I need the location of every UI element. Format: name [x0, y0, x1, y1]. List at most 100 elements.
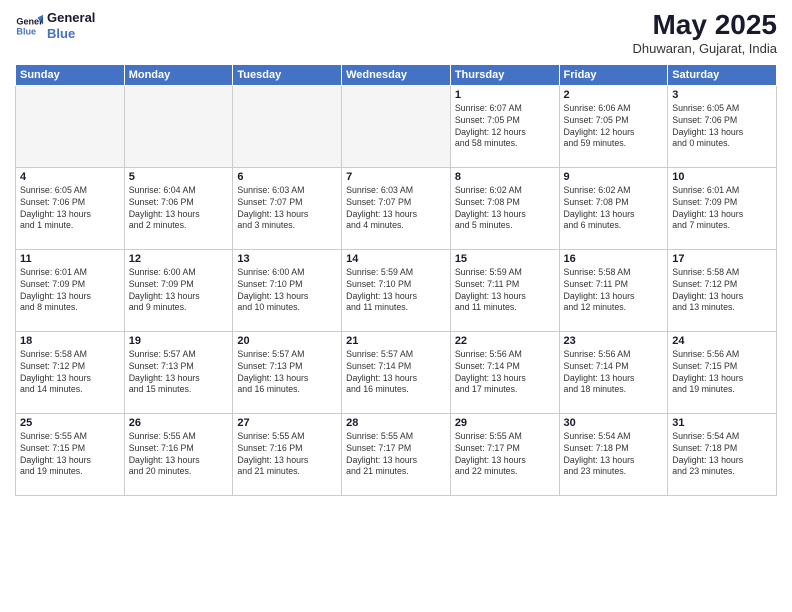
- table-row: 9 Sunrise: 6:02 AM Sunset: 7:08 PM Daylig…: [559, 167, 668, 249]
- month-title: May 2025: [632, 10, 777, 41]
- day-number: 5: [129, 171, 229, 183]
- header-tuesday: Tuesday: [233, 64, 342, 85]
- day-number: 1: [455, 89, 555, 101]
- day-info: Sunrise: 5:59 AM Sunset: 7:11 PM Dayligh…: [455, 267, 555, 315]
- day-number: 13: [237, 253, 337, 265]
- day-info: Sunrise: 5:58 AM Sunset: 7:12 PM Dayligh…: [20, 349, 120, 397]
- day-info: Sunrise: 5:55 AM Sunset: 7:17 PM Dayligh…: [346, 431, 446, 479]
- weekday-header-row: Sunday Monday Tuesday Wednesday Thursday…: [16, 64, 777, 85]
- table-row: 26 Sunrise: 5:55 AM Sunset: 7:16 PM Dayli…: [124, 413, 233, 495]
- location-subtitle: Dhuwaran, Gujarat, India: [632, 41, 777, 56]
- day-number: 8: [455, 171, 555, 183]
- day-number: 11: [20, 253, 120, 265]
- day-info: Sunrise: 5:55 AM Sunset: 7:16 PM Dayligh…: [237, 431, 337, 479]
- day-info: Sunrise: 6:02 AM Sunset: 7:08 PM Dayligh…: [455, 185, 555, 233]
- day-number: 15: [455, 253, 555, 265]
- header-friday: Friday: [559, 64, 668, 85]
- logo-icon: General Blue: [15, 12, 43, 40]
- table-row: 30 Sunrise: 5:54 AM Sunset: 7:18 PM Dayli…: [559, 413, 668, 495]
- day-info: Sunrise: 5:57 AM Sunset: 7:13 PM Dayligh…: [237, 349, 337, 397]
- calendar-table: Sunday Monday Tuesday Wednesday Thursday…: [15, 64, 777, 496]
- day-info: Sunrise: 6:04 AM Sunset: 7:06 PM Dayligh…: [129, 185, 229, 233]
- table-row: 28 Sunrise: 5:55 AM Sunset: 7:17 PM Dayli…: [342, 413, 451, 495]
- day-number: 20: [237, 335, 337, 347]
- table-row: 22Sunrise: 5:56 AM Sunset: 7:14 PM Dayli…: [450, 331, 559, 413]
- day-number: 19: [129, 335, 229, 347]
- day-number: 3: [672, 89, 772, 101]
- table-row: 24 Sunrise: 5:56 AM Sunset: 7:15 PM Dayli…: [668, 331, 777, 413]
- header-thursday: Thursday: [450, 64, 559, 85]
- day-info: Sunrise: 5:57 AM Sunset: 7:13 PM Dayligh…: [129, 349, 229, 397]
- day-number: 21: [346, 335, 446, 347]
- table-row: 16Sunrise: 5:58 AM Sunset: 7:11 PM Dayli…: [559, 249, 668, 331]
- day-info: Sunrise: 5:56 AM Sunset: 7:15 PM Dayligh…: [672, 349, 772, 397]
- table-row: 27 Sunrise: 5:55 AM Sunset: 7:16 PM Dayli…: [233, 413, 342, 495]
- day-number: 12: [129, 253, 229, 265]
- day-info: Sunrise: 6:07 AM Sunset: 7:05 PM Dayligh…: [455, 103, 555, 151]
- header-monday: Monday: [124, 64, 233, 85]
- day-number: 28: [346, 417, 446, 429]
- day-number: 16: [564, 253, 664, 265]
- day-number: 24: [672, 335, 772, 347]
- day-number: 10: [672, 171, 772, 183]
- day-info: Sunrise: 6:01 AM Sunset: 7:09 PM Dayligh…: [672, 185, 772, 233]
- logo-line1: General: [47, 10, 95, 26]
- day-number: 6: [237, 171, 337, 183]
- table-row: 11 Sunrise: 6:01 AM Sunset: 7:09 PM Dayli…: [16, 249, 125, 331]
- table-row: 29 Sunrise: 5:55 AM Sunset: 7:17 PM Dayli…: [450, 413, 559, 495]
- day-number: 14: [346, 253, 446, 265]
- day-number: 25: [20, 417, 120, 429]
- day-number: 7: [346, 171, 446, 183]
- table-row: 7 Sunrise: 6:03 AM Sunset: 7:07 PM Daylig…: [342, 167, 451, 249]
- table-row: [233, 85, 342, 167]
- table-row: 10 Sunrise: 6:01 AM Sunset: 7:09 PM Dayli…: [668, 167, 777, 249]
- table-row: 19 Sunrise: 5:57 AM Sunset: 7:13 PM Dayli…: [124, 331, 233, 413]
- week-row-4: 25 Sunrise: 5:55 AM Sunset: 7:15 PM Dayli…: [16, 413, 777, 495]
- day-info: Sunrise: 5:54 AM Sunset: 7:18 PM Dayligh…: [672, 431, 772, 479]
- day-number: 9: [564, 171, 664, 183]
- table-row: 2Sunrise: 6:06 AM Sunset: 7:05 PM Daylig…: [559, 85, 668, 167]
- table-row: 17Sunrise: 5:58 AM Sunset: 7:12 PM Dayli…: [668, 249, 777, 331]
- header-sunday: Sunday: [16, 64, 125, 85]
- table-row: 15 Sunrise: 5:59 AM Sunset: 7:11 PM Dayli…: [450, 249, 559, 331]
- table-row: 5 Sunrise: 6:04 AM Sunset: 7:06 PM Daylig…: [124, 167, 233, 249]
- svg-text:Blue: Blue: [16, 26, 36, 36]
- table-row: 31Sunrise: 5:54 AM Sunset: 7:18 PM Dayli…: [668, 413, 777, 495]
- week-row-0: 1 Sunrise: 6:07 AM Sunset: 7:05 PM Daylig…: [16, 85, 777, 167]
- day-info: Sunrise: 5:56 AM Sunset: 7:14 PM Dayligh…: [564, 349, 664, 397]
- day-number: 27: [237, 417, 337, 429]
- day-number: 29: [455, 417, 555, 429]
- table-row: 20 Sunrise: 5:57 AM Sunset: 7:13 PM Dayli…: [233, 331, 342, 413]
- day-info: Sunrise: 6:05 AM Sunset: 7:06 PM Dayligh…: [20, 185, 120, 233]
- table-row: 3 Sunrise: 6:05 AM Sunset: 7:06 PM Daylig…: [668, 85, 777, 167]
- table-row: 21Sunrise: 5:57 AM Sunset: 7:14 PM Dayli…: [342, 331, 451, 413]
- table-row: 23Sunrise: 5:56 AM Sunset: 7:14 PM Dayli…: [559, 331, 668, 413]
- page: General Blue General Blue May 2025 Dhuwa…: [0, 0, 792, 612]
- table-row: 6Sunrise: 6:03 AM Sunset: 7:07 PM Daylig…: [233, 167, 342, 249]
- logo: General Blue General Blue: [15, 10, 95, 41]
- day-info: Sunrise: 5:56 AM Sunset: 7:14 PM Dayligh…: [455, 349, 555, 397]
- day-info: Sunrise: 6:05 AM Sunset: 7:06 PM Dayligh…: [672, 103, 772, 151]
- day-info: Sunrise: 5:58 AM Sunset: 7:12 PM Dayligh…: [672, 267, 772, 315]
- day-info: Sunrise: 5:55 AM Sunset: 7:16 PM Dayligh…: [129, 431, 229, 479]
- table-row: 1 Sunrise: 6:07 AM Sunset: 7:05 PM Daylig…: [450, 85, 559, 167]
- table-row: [342, 85, 451, 167]
- day-number: 4: [20, 171, 120, 183]
- table-row: 4 Sunrise: 6:05 AM Sunset: 7:06 PM Daylig…: [16, 167, 125, 249]
- header-saturday: Saturday: [668, 64, 777, 85]
- day-info: Sunrise: 6:00 AM Sunset: 7:10 PM Dayligh…: [237, 267, 337, 315]
- table-row: 12 Sunrise: 6:00 AM Sunset: 7:09 PM Dayli…: [124, 249, 233, 331]
- day-info: Sunrise: 6:02 AM Sunset: 7:08 PM Dayligh…: [564, 185, 664, 233]
- day-info: Sunrise: 5:54 AM Sunset: 7:18 PM Dayligh…: [564, 431, 664, 479]
- logo-text: General Blue: [47, 10, 95, 41]
- day-info: Sunrise: 5:55 AM Sunset: 7:17 PM Dayligh…: [455, 431, 555, 479]
- day-number: 30: [564, 417, 664, 429]
- day-info: Sunrise: 6:00 AM Sunset: 7:09 PM Dayligh…: [129, 267, 229, 315]
- day-info: Sunrise: 6:06 AM Sunset: 7:05 PM Dayligh…: [564, 103, 664, 151]
- day-info: Sunrise: 6:01 AM Sunset: 7:09 PM Dayligh…: [20, 267, 120, 315]
- day-info: Sunrise: 5:55 AM Sunset: 7:15 PM Dayligh…: [20, 431, 120, 479]
- day-info: Sunrise: 6:03 AM Sunset: 7:07 PM Dayligh…: [346, 185, 446, 233]
- title-block: May 2025 Dhuwaran, Gujarat, India: [632, 10, 777, 56]
- header-wednesday: Wednesday: [342, 64, 451, 85]
- day-number: 26: [129, 417, 229, 429]
